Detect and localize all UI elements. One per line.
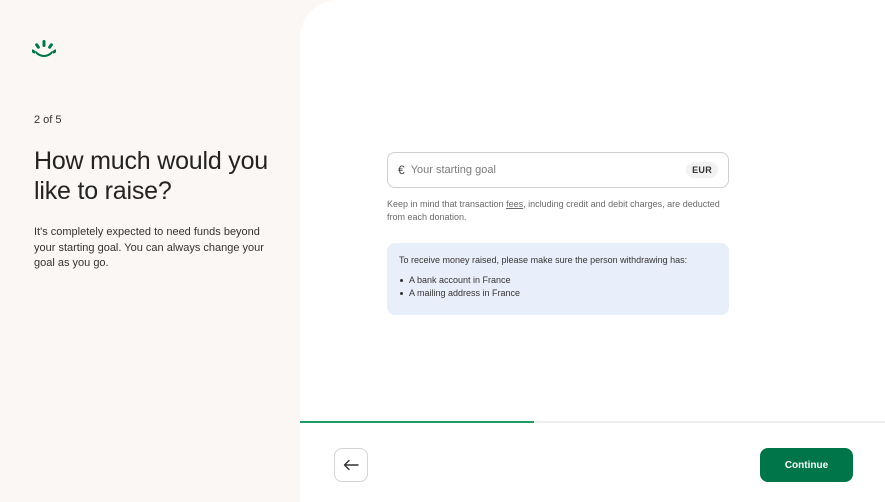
arrow-left-icon (343, 459, 359, 471)
withdrawal-requirements-box: To receive money raised, please make sur… (387, 243, 729, 315)
requirements-list: A bank account in France A mailing addre… (399, 274, 717, 300)
currency-badge: EUR (686, 162, 718, 178)
requirements-title: To receive money raised, please make sur… (399, 255, 688, 265)
fees-note-text: Keep in mind that transaction (387, 199, 507, 209)
requirement-item: A mailing address in France (399, 287, 717, 300)
left-panel: 2 of 5 How much would you like to raise?… (0, 0, 300, 502)
main-panel: € EUR Keep in mind that transaction fees… (300, 0, 885, 502)
fees-note: Keep in mind that transaction fees, incl… (387, 198, 732, 224)
gofundme-logo-icon[interactable] (32, 40, 56, 58)
goal-amount-field[interactable]: € EUR (387, 152, 729, 188)
continue-button[interactable]: Continue (760, 448, 853, 482)
progress-bar-fill (300, 421, 534, 423)
requirement-item: A bank account in France (399, 274, 717, 287)
step-indicator: 2 of 5 (34, 114, 62, 126)
fees-link[interactable]: fees (506, 199, 523, 209)
progress-bar (300, 421, 885, 423)
page-title: How much would you like to raise? (34, 147, 269, 205)
back-button[interactable] (334, 448, 368, 482)
page-description: It's completely expected to need funds b… (34, 226, 264, 269)
goal-amount-input[interactable] (410, 164, 687, 176)
euro-icon: € (398, 163, 405, 177)
